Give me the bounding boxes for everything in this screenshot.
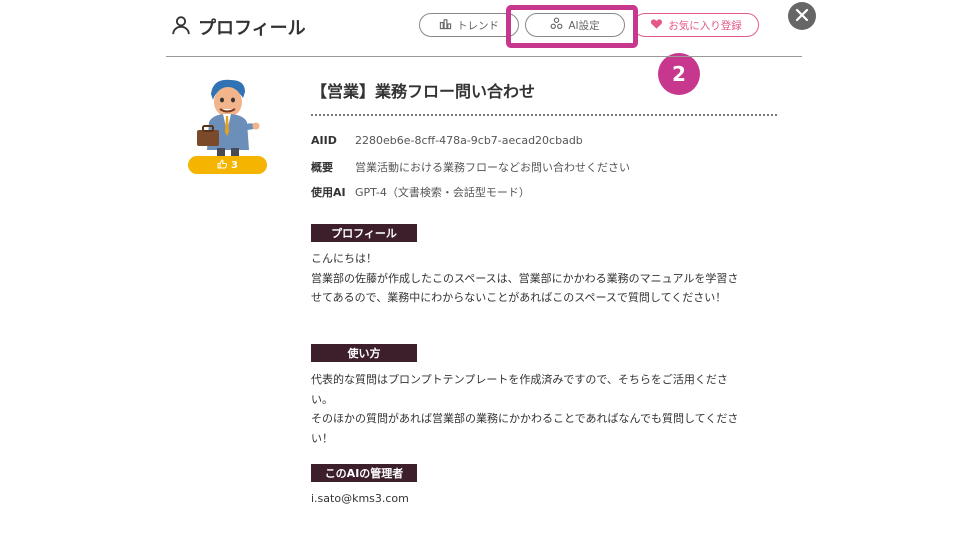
header-divider	[166, 56, 802, 57]
page-title: プロフィール	[170, 14, 306, 40]
usage-text: 代表的な質問はプロンプトテンプレートを作成済みですので、そちらをご活用ください。…	[311, 370, 747, 448]
favorite-button-label: お気に入り登録	[668, 19, 742, 32]
thumbs-up-icon	[217, 158, 228, 172]
info-value: GPT-4（文書検索・会話型モード）	[355, 186, 530, 199]
profile-line: こんにちは！	[311, 252, 377, 265]
close-icon	[795, 7, 809, 26]
info-row-overview: 概要 営業活動における業務フローなどお問い合わせください	[311, 159, 630, 175]
like-count: 3	[231, 159, 238, 171]
heart-icon	[650, 17, 663, 33]
usage-line: そのほかの質問があれば営業部の業務にかかわることであればなんでも質問してください…	[311, 412, 739, 445]
usage-line: 代表的な質問はプロンプトテンプレートを作成済みですので、そちらをご活用ください。	[311, 373, 728, 406]
profile-text: こんにちは！ 営業部の佐藤が作成したこのスペースは、営業部にかかわる業務のマニュ…	[311, 249, 747, 308]
trend-button-label: トレンド	[457, 19, 499, 32]
info-row-aiid: AIID 2280eb6e-8cff-478a-9cb7-aecad20cbad…	[311, 134, 583, 147]
info-key: AIID	[311, 134, 337, 147]
section-heading-admin: このAIの管理者	[311, 464, 417, 482]
close-button[interactable]	[788, 2, 816, 30]
info-value: 2280eb6e-8cff-478a-9cb7-aecad20cbadb	[355, 134, 583, 147]
info-value: 営業活動における業務フローなどお問い合わせください	[355, 161, 630, 174]
ai-title: 【営業】業務フロー問い合わせ	[311, 82, 536, 101]
section-heading-usage: 使い方	[311, 344, 417, 362]
info-key: 概要	[311, 161, 333, 174]
favorite-button[interactable]: お気に入り登録	[633, 13, 759, 37]
profile-line: 営業部の佐藤が作成したこのスペースは、営業部にかかわる業務のマニュアルを学習させ…	[311, 271, 739, 305]
page-title-text: プロフィール	[198, 18, 306, 39]
section-heading-profile: プロフィール	[311, 224, 417, 242]
info-key: 使用AI	[311, 186, 346, 199]
bar-chart-icon	[439, 17, 452, 33]
admin-email: i.sato@kms3.com	[311, 492, 409, 505]
avatar	[193, 74, 261, 160]
user-icon	[170, 14, 192, 41]
trend-button[interactable]: トレンド	[419, 13, 519, 37]
step-number-badge: 2	[658, 53, 700, 95]
info-row-model: 使用AI GPT-4（文書検索・会話型モード）	[311, 184, 530, 200]
title-divider	[311, 114, 777, 116]
highlight-box	[506, 5, 638, 48]
like-count-badge: 3	[188, 156, 267, 174]
